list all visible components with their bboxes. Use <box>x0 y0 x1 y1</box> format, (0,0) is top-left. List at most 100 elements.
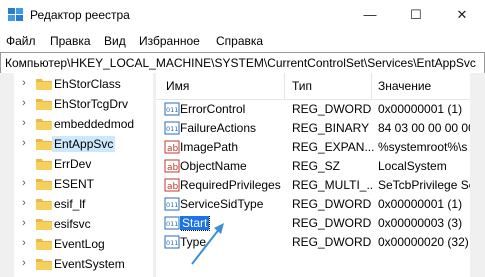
binary-value-icon: 011 <box>164 102 180 116</box>
svg-text:ab: ab <box>167 182 179 192</box>
value-data: SeTcbPrivilege Se <box>378 178 470 192</box>
tree-item-label: ErrDev <box>54 157 92 171</box>
annotation-arrow-icon <box>191 223 224 265</box>
expand-chevron-icon[interactable] <box>18 157 30 169</box>
window-title: Редактор реестра <box>30 8 130 22</box>
tree-item[interactable]: › EntAppSvc <box>0 134 153 154</box>
title-bar: Редактор реестра — ☐ ✕ <box>0 0 485 30</box>
svg-text:011: 011 <box>166 220 178 228</box>
folder-icon <box>36 179 52 190</box>
folder-icon <box>36 239 52 250</box>
expand-chevron-icon[interactable]: › <box>18 117 30 129</box>
registry-editor-icon <box>8 8 23 21</box>
value-data: 0x00000001 (1) <box>378 102 463 116</box>
value-row[interactable]: 011 ServiceSidType REG_DWORD 0x00000001 (1) <box>156 195 470 214</box>
value-type: REG_SZ <box>292 159 341 173</box>
address-bar[interactable]: Компьютер\HKEY_LOCAL_MACHINE\SYSTEM\Curr… <box>0 52 485 74</box>
folder-icon <box>36 139 52 150</box>
key-tree: › EhStorClass › EhStorTcgDrv › embeddedmod › En… <box>0 73 153 277</box>
value-row[interactable]: ab ObjectName REG_SZ LocalSystem <box>156 157 470 176</box>
expand-chevron-icon[interactable]: › <box>18 197 30 209</box>
value-type: REG_EXPAN... <box>292 140 374 154</box>
binary-value-icon: 011 <box>164 121 180 135</box>
tree-item-label: esifsvc <box>54 217 91 231</box>
value-type: REG_DWORD <box>292 216 372 230</box>
folder-icon <box>36 159 52 170</box>
tree-item[interactable]: ErrDev <box>0 154 153 174</box>
svg-text:011: 011 <box>166 201 178 209</box>
folder-icon <box>36 99 52 110</box>
value-data: LocalSystem <box>378 159 447 173</box>
tree-item-label: ESENT <box>54 177 95 191</box>
menu-bar: Файл Правка Вид Избранное Справка <box>0 30 485 52</box>
svg-text:ab: ab <box>167 144 179 154</box>
list-header: Имя Тип Значение <box>156 73 470 100</box>
value-name: ErrorControl <box>180 102 246 116</box>
expand-chevron-icon[interactable]: › <box>18 97 30 109</box>
tree-item[interactable]: › esif_lf <box>0 194 153 214</box>
tree-item-label: EventLog <box>54 237 105 251</box>
tree-item[interactable]: › embeddedmod <box>0 114 153 134</box>
menu-favorites[interactable]: Избранное <box>139 34 200 48</box>
column-divider[interactable] <box>371 73 372 99</box>
expand-chevron-icon[interactable]: › <box>18 237 30 249</box>
value-row[interactable]: 011 ErrorControl REG_DWORD 0x00000001 (1) <box>156 100 470 119</box>
binary-value-icon: 011 <box>164 235 180 249</box>
list-scrollbar[interactable] <box>470 73 485 277</box>
address-path: Компьютер\HKEY_LOCAL_MACHINE\SYSTEM\Curr… <box>5 56 476 70</box>
tree-item[interactable]: › EhStorTcgDrv <box>0 94 153 114</box>
svg-text:ab: ab <box>167 163 179 173</box>
tree-item-label: EhStorClass <box>54 77 121 91</box>
value-data: 0x00000001 (1) <box>378 197 463 211</box>
svg-text:011: 011 <box>166 125 178 133</box>
tree-item-label: esif_lf <box>54 197 86 211</box>
value-type: REG_MULTI_... <box>292 178 374 192</box>
value-row[interactable]: 011 FailureActions REG_BINARY 84 03 00 00 0… <box>156 119 470 138</box>
tree-item-label: EntAppSvc <box>52 136 116 152</box>
tree-item[interactable]: › EventSystem <box>0 254 153 274</box>
string-value-icon: ab <box>164 159 180 173</box>
expand-chevron-icon[interactable]: › <box>18 77 30 89</box>
column-divider[interactable] <box>284 73 285 99</box>
expand-chevron-icon[interactable]: › <box>18 177 30 189</box>
tree-item-label: EventSystem <box>54 257 125 271</box>
value-name: ServiceSidType <box>180 197 264 211</box>
value-row[interactable]: ab RequiredPrivileges REG_MULTI_... SeTcbPr… <box>156 176 470 195</box>
value-name: FailureActions <box>180 121 257 135</box>
expand-chevron-icon[interactable]: › <box>18 257 30 269</box>
value-data: 0x00000020 (32) <box>378 235 469 249</box>
binary-value-icon: 011 <box>164 216 180 230</box>
menu-help[interactable]: Справка <box>216 34 263 48</box>
menu-view[interactable]: Вид <box>104 34 126 48</box>
value-name: ObjectName <box>180 159 247 173</box>
value-row[interactable]: ab ImagePath REG_EXPAN... %systemroot%\s <box>156 138 470 157</box>
binary-value-icon: 011 <box>164 197 180 211</box>
column-data[interactable]: Значение <box>378 79 431 93</box>
string-value-icon: ab <box>164 178 180 192</box>
folder-icon <box>36 219 52 230</box>
menu-file[interactable]: Файл <box>6 34 36 48</box>
expand-chevron-icon[interactable]: › <box>18 137 30 149</box>
value-type: REG_DWORD <box>292 197 372 211</box>
tree-item[interactable]: › esifsvc <box>0 214 153 234</box>
tree-item[interactable]: › EventLog <box>0 234 153 254</box>
menu-edit[interactable]: Правка <box>50 34 91 48</box>
close-button[interactable]: ✕ <box>439 0 485 30</box>
expand-chevron-icon[interactable]: › <box>18 217 30 229</box>
tree-item[interactable]: › EhStorClass <box>0 74 153 94</box>
column-type[interactable]: Тип <box>292 79 312 93</box>
value-name: ImagePath <box>180 140 239 154</box>
maximize-button[interactable]: ☐ <box>393 0 439 30</box>
value-name: RequiredPrivileges <box>180 178 281 192</box>
minimize-button[interactable]: — <box>347 0 393 30</box>
column-name[interactable]: Имя <box>166 79 189 93</box>
value-type: REG_BINARY <box>292 121 370 135</box>
folder-icon <box>36 119 52 130</box>
value-data: 0x00000003 (3) <box>378 216 463 230</box>
value-type: REG_DWORD <box>292 102 372 116</box>
tree-item[interactable]: › ESENT <box>0 174 153 194</box>
tree-scrollbar[interactable] <box>0 73 14 277</box>
value-data: 84 03 00 00 00 00 <box>378 121 470 135</box>
tree-item-label: embeddedmod <box>54 117 135 131</box>
tree-item-label: EhStorTcgDrv <box>54 97 129 111</box>
